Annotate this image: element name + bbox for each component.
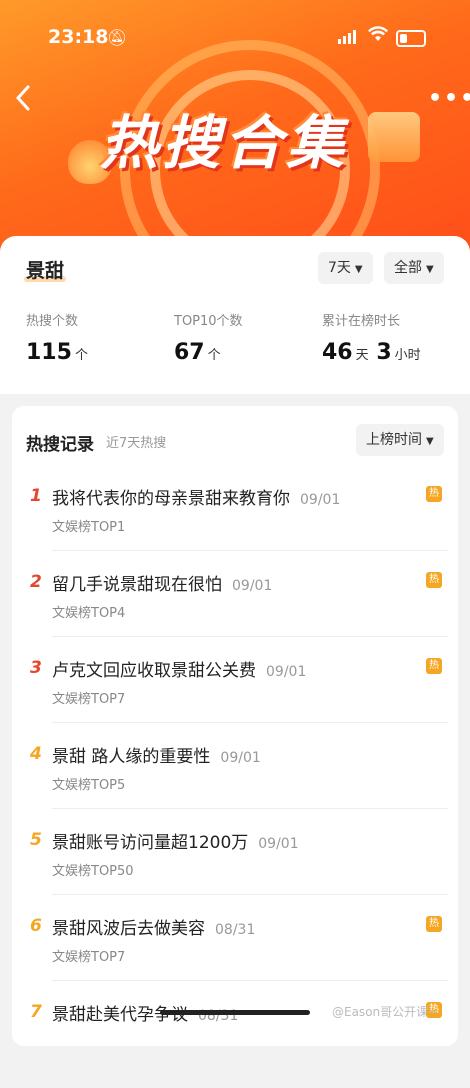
rank-number: 6	[30, 916, 42, 936]
stat-number: 46	[322, 340, 353, 365]
status-time: 23:18	[48, 26, 109, 48]
caret-down-icon: ▼	[426, 436, 434, 447]
item-date: 09/01	[266, 664, 307, 680]
item-date: 09/01	[300, 492, 341, 508]
item-title-text: 景甜账号访问量超1200万	[52, 833, 249, 853]
home-indicator	[160, 1010, 310, 1015]
more-dots-icon[interactable]: •••	[428, 86, 470, 111]
stat-number: 67	[174, 340, 205, 365]
chevron-left-icon[interactable]	[14, 84, 32, 118]
bell-slash-icon: 🔕︎	[107, 28, 128, 47]
list-item[interactable]: 6 景甜风波后去做美容 08/31 文娱榜TOP7 热	[12, 916, 458, 1002]
rank-number: 5	[30, 830, 42, 850]
stat-unit: 小时	[394, 348, 421, 363]
period-select-label: 7天	[328, 260, 351, 276]
sort-select[interactable]: 上榜时间 ▼	[356, 424, 444, 456]
item-title: 景甜风波后去做美容 08/31	[52, 914, 255, 939]
sort-select-label: 上榜时间	[366, 432, 422, 448]
summary-card: 景甜 7天 ▼ 全部 ▼ 热搜个数 115 个 TOP10个数 67 个 累计在榜时长 …	[0, 236, 470, 394]
item-date: 09/01	[232, 578, 273, 594]
stat-value-duration: 46 天 3 小时	[322, 340, 421, 365]
list-item[interactable]: 4 景甜 路人缘的重要性 09/01 文娱榜TOP5	[12, 744, 458, 830]
period-select[interactable]: 7天 ▼	[318, 252, 373, 284]
battery-icon	[396, 30, 426, 47]
stat-value-top10: 67 个	[174, 340, 221, 365]
rank-number: 1	[30, 486, 42, 506]
stat-label-duration: 累计在榜时长	[322, 314, 401, 329]
stat-number: 3	[376, 340, 392, 365]
rank-number: 2	[30, 572, 42, 592]
divider	[52, 550, 448, 551]
hot-badge: 热	[426, 658, 442, 674]
list-item[interactable]: 3 卢克文回应收取景甜公关费 09/01 文娱榜TOP7 热	[12, 658, 458, 744]
rank-number: 4	[30, 744, 42, 764]
status-bar: 23:18 🔕︎	[0, 20, 470, 56]
item-sub: 文娱榜TOP50	[52, 864, 134, 879]
list-item[interactable]: 2 留几手说景甜现在很怕 09/01 文娱榜TOP4 热	[12, 572, 458, 658]
item-title-text: 留几手说景甜现在很怕	[52, 575, 222, 595]
banner-title: 热搜合集	[100, 109, 349, 177]
scope-select-label: 全部	[394, 260, 422, 276]
stat-unit: 天	[355, 348, 369, 363]
divider	[52, 636, 448, 637]
topic-name: 景甜	[26, 260, 65, 282]
records-card: 热搜记录 近7天热搜 上榜时间 ▼ 1 我将代表你的母亲景甜来教育你 09/01 文…	[12, 406, 458, 1046]
stat-unit: 个	[207, 348, 221, 363]
item-date: 09/01	[258, 836, 299, 852]
hot-badge: 热	[426, 572, 442, 588]
item-title: 景甜 路人缘的重要性 09/01	[52, 742, 261, 767]
records-subtitle: 近7天热搜	[106, 436, 167, 451]
divider	[52, 980, 448, 981]
item-title-text: 我将代表你的母亲景甜来教育你	[52, 489, 290, 509]
signal-icon	[338, 30, 356, 44]
item-sub: 文娱榜TOP7	[52, 692, 126, 707]
divider	[52, 722, 448, 723]
list-item[interactable]: 5 景甜账号访问量超1200万 09/01 文娱榜TOP50	[12, 830, 458, 916]
item-date: 08/31	[215, 922, 256, 938]
header-banner: 23:18 🔕︎ ••• 热搜合集	[0, 0, 470, 260]
item-date: 09/01	[220, 750, 261, 766]
divider	[52, 894, 448, 895]
scope-select[interactable]: 全部 ▼	[384, 252, 444, 284]
stat-value-count: 115 个	[26, 340, 88, 365]
item-sub: 文娱榜TOP4	[52, 606, 126, 621]
item-title: 卢克文回应收取景甜公关费 09/01	[52, 656, 306, 681]
list-item[interactable]: 1 我将代表你的母亲景甜来教育你 09/01 文娱榜TOP1 热	[12, 486, 458, 572]
hot-badge: 热	[426, 486, 442, 502]
item-title-text: 景甜赴美代孕争议	[52, 1005, 188, 1025]
rank-number: 3	[30, 658, 42, 678]
hot-badge: 热	[426, 916, 442, 932]
item-title: 我将代表你的母亲景甜来教育你 09/01	[52, 484, 340, 509]
item-title-text: 卢克文回应收取景甜公关费	[52, 661, 256, 681]
records-title: 热搜记录	[26, 435, 94, 455]
item-title-text: 景甜 路人缘的重要性	[52, 747, 211, 767]
stat-label-top10: TOP10个数	[174, 314, 243, 329]
caret-down-icon: ▼	[426, 264, 434, 275]
item-sub: 文娱榜TOP1	[52, 520, 126, 535]
item-sub: 文娱榜TOP7	[52, 950, 126, 965]
item-title: 留几手说景甜现在很怕 09/01	[52, 570, 272, 595]
watermark: @Eason哥公开课~	[332, 1005, 439, 1019]
item-title: 景甜账号访问量超1200万 09/01	[52, 828, 299, 853]
divider	[52, 808, 448, 809]
item-sub: 文娱榜TOP5	[52, 778, 126, 793]
item-title-text: 景甜风波后去做美容	[52, 919, 205, 939]
stat-label-count: 热搜个数	[26, 314, 79, 329]
caret-down-icon: ▼	[354, 264, 363, 275]
wifi-icon	[368, 26, 388, 47]
stat-unit: 个	[74, 348, 88, 363]
stat-number: 115	[26, 340, 72, 365]
gift-icon	[368, 112, 420, 162]
rank-number: 7	[30, 1002, 42, 1022]
